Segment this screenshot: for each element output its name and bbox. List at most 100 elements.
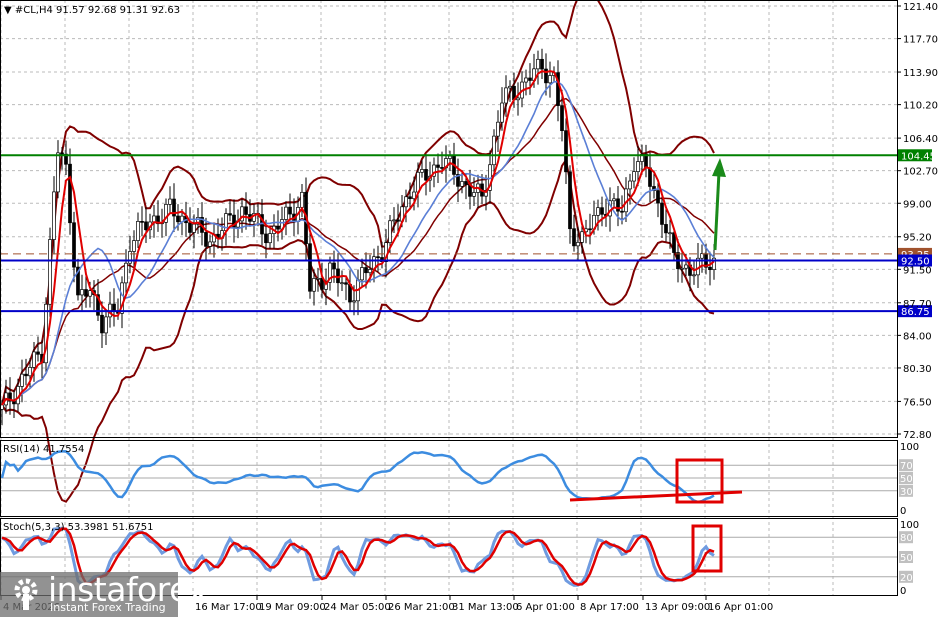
time-label: 13 Apr 09:00	[645, 602, 710, 613]
stoch-axis-label: 20	[900, 573, 913, 584]
candle-body	[100, 314, 104, 334]
rsi-axis-label: 30	[900, 487, 913, 498]
candle-body	[192, 223, 196, 233]
candle-body	[548, 75, 552, 84]
candle-body	[580, 231, 584, 243]
candle-body	[376, 256, 380, 259]
bb-upper	[1, 0, 715, 406]
candle-body	[620, 210, 624, 213]
candle-body	[368, 269, 372, 274]
instaforex-logo: instaforex Instant Forex Trading	[0, 570, 208, 617]
price-label: 99.00	[903, 199, 932, 210]
candle-body	[596, 207, 600, 216]
candle-body	[360, 267, 364, 281]
rsi-axis-label: 0	[900, 506, 906, 517]
candle-body	[492, 135, 496, 166]
candle-body	[540, 58, 544, 70]
candle-body	[308, 243, 312, 292]
candle-body	[600, 207, 604, 215]
candle-body	[560, 105, 564, 132]
candle-body	[268, 233, 272, 244]
candle-body	[656, 190, 660, 204]
candle-body	[408, 196, 412, 200]
green-arrow-shaft	[713, 171, 721, 251]
candle-body	[124, 262, 128, 284]
sma-slow-line	[1, 80, 715, 406]
candle-body	[448, 155, 452, 159]
candle-body	[332, 262, 336, 270]
candle-body	[28, 367, 32, 377]
time-label: 19 Mar 09:00	[259, 602, 326, 613]
chart-canvas[interactable]: 93.25104.4592.5086.75 1007050300 1008050…	[0, 0, 938, 617]
price-label: 117.70	[903, 35, 938, 46]
candle-body	[144, 221, 148, 231]
price-label: 106.40	[903, 134, 938, 145]
candle-body	[568, 171, 572, 230]
candle-body	[176, 215, 180, 223]
grid	[0, 0, 897, 596]
candle-body	[228, 213, 232, 216]
rsi-axis-label: 50	[900, 474, 913, 485]
candle-body	[396, 219, 400, 222]
candle-body	[440, 167, 444, 169]
candle-body	[264, 233, 268, 244]
candle-body	[208, 241, 212, 247]
stoch-axis-label: 0	[900, 586, 906, 597]
candle-body	[312, 278, 316, 292]
symbol-info: ▼ #CL,H4 91.57 92.68 91.31 92.63	[4, 5, 180, 16]
rsi-title: RSI(14) 41.7554	[3, 444, 84, 455]
candle-body	[20, 373, 24, 387]
candle-body	[528, 77, 532, 81]
candle-body	[464, 181, 468, 185]
price-label: 110.20	[903, 101, 938, 112]
time-label: 31 Mar 13:00	[452, 602, 519, 613]
moving-averages	[1, 70, 715, 406]
candle-body	[132, 240, 136, 252]
candle-body	[708, 266, 712, 270]
sma-fast-line	[1, 70, 715, 406]
candle-body	[644, 153, 648, 169]
candle-body	[564, 130, 568, 173]
chart-window: 93.25104.4592.5086.75 1007050300 1008050…	[0, 0, 938, 617]
candle-body	[284, 206, 288, 220]
candle-body	[32, 351, 36, 368]
candle-body	[60, 152, 64, 155]
candle-body	[460, 181, 464, 187]
candle-body	[668, 232, 672, 235]
candle-body	[24, 373, 28, 377]
candle-body	[80, 289, 84, 296]
candle-body	[576, 242, 580, 247]
candle-body	[632, 171, 636, 182]
candle-body	[684, 264, 688, 269]
candle-body	[392, 219, 396, 222]
candle-body	[504, 87, 508, 104]
candle-body	[244, 206, 248, 215]
candle-body	[48, 239, 52, 305]
candle-body	[364, 267, 368, 274]
candle-body	[572, 228, 576, 247]
candle-body	[344, 282, 348, 285]
price-label: 121.40	[903, 2, 938, 13]
candle-body	[660, 202, 664, 225]
candle-body	[140, 221, 144, 223]
price-axis: 121.40 117.70 113.90 110.20 106.40 102.70 99.0…	[897, 2, 938, 441]
candle-body	[340, 282, 344, 285]
candle-body	[300, 191, 304, 208]
candle-body	[84, 289, 88, 297]
rsi-axis-label: 100	[900, 442, 919, 453]
price-label: 91.50	[903, 265, 932, 276]
candle-body	[68, 163, 72, 224]
green-arrow-head-icon	[712, 158, 726, 177]
candle-body	[152, 215, 156, 223]
candle-body	[412, 191, 416, 200]
candle-body	[664, 224, 668, 234]
candle-body	[204, 232, 208, 247]
candle-body	[352, 300, 356, 303]
price-label: 72.80	[903, 430, 932, 441]
candle-body	[616, 198, 620, 212]
time-label: 6 Apr 01:00	[516, 602, 575, 613]
candle-body	[508, 85, 512, 89]
bb-lower	[1, 157, 715, 503]
candle-body	[628, 180, 632, 190]
candle-body	[680, 267, 684, 270]
